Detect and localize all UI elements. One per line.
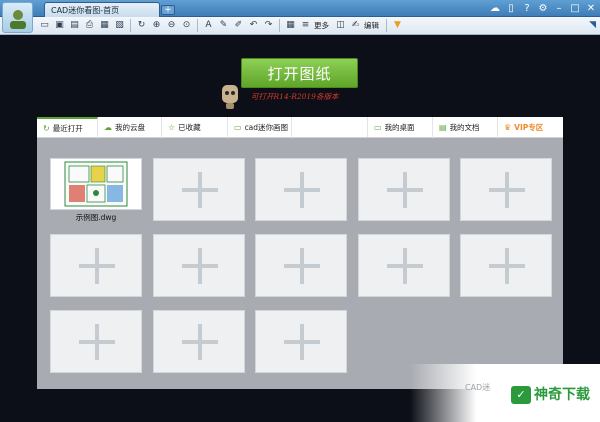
cloud-icon[interactable]: ☁ [490, 3, 500, 15]
toolbar: ▭ ▣ ▤ ⎙ ▦ ▧ ↻ ⊕ ⊖ ⊙ A ✎ ✐ ↶ ↷ ▦ ≡ 更多 ◫ ✍… [0, 17, 600, 35]
tab-cloud[interactable]: ☁ 我的云盘 [98, 117, 162, 138]
gear-icon[interactable]: ⚙ [538, 3, 548, 15]
toolbar-divider [279, 19, 280, 32]
screen-icon: ▭ [234, 123, 242, 132]
undo-icon[interactable]: ↶ [247, 19, 260, 32]
tab-desktop[interactable]: ▭ 我的桌面 [368, 117, 433, 138]
tab-home-label: CAD迷你看图-首页 [51, 5, 120, 15]
tab-cad-draw[interactable]: ▭ cad迷你画图 [228, 117, 292, 138]
star-icon: ☆ [168, 123, 176, 132]
tab-favorites[interactable]: ☆ 已收藏 [162, 117, 228, 138]
file-source-nav: ↻ 最近打开 ☁ 我的云盘 ☆ 已收藏 ▭ cad迷你画图 ▭ 我的桌面 ▤ 我… [37, 117, 563, 138]
mobile-icon[interactable]: ▯ [506, 3, 516, 15]
tab-documents-label: 我的文档 [449, 123, 480, 132]
rotate-icon[interactable]: ↻ [135, 19, 148, 32]
tab-recent[interactable]: ↻ 最近打开 [37, 117, 98, 138]
minimize-icon[interactable]: – [554, 3, 564, 15]
file-name[interactable]: 示例图.dwg [50, 212, 142, 223]
watermark-cad-text: CAD迷 [465, 383, 491, 392]
text-icon[interactable]: A [202, 19, 215, 32]
tab-vip-label: VIP专区 [514, 123, 544, 132]
empty-slot [50, 310, 142, 373]
folder-icon: ▤ [439, 123, 447, 132]
empty-slot [255, 310, 347, 373]
save-as-icon[interactable]: ▤ [68, 19, 81, 32]
brush-icon[interactable]: ✐ [232, 19, 245, 32]
save-icon[interactable]: ▣ [53, 19, 66, 32]
empty-slot [460, 234, 552, 297]
toolbar-divider [386, 19, 387, 32]
calendar-icon[interactable]: ▦ [284, 19, 297, 32]
title-bar: CAD迷你看图-首页 + ☁ ▯ ? ⚙ – □ ✕ [0, 0, 600, 17]
avatar[interactable] [2, 2, 33, 33]
empty-slot [153, 234, 245, 297]
empty-slot [255, 234, 347, 297]
tab-documents[interactable]: ▤ 我的文档 [433, 117, 498, 138]
window-controls: ☁ ▯ ? ⚙ – □ ✕ [490, 2, 596, 15]
mascot-icon [222, 85, 238, 109]
tab-desktop-label: 我的桌面 [384, 123, 415, 132]
redo-icon[interactable]: ↷ [262, 19, 275, 32]
close-icon[interactable]: ✕ [586, 3, 596, 15]
more-icon[interactable]: ≡ [299, 19, 312, 32]
toolbar-divider [197, 19, 198, 32]
edit-icon[interactable]: ✍ [349, 19, 362, 32]
print-icon[interactable]: ⎙ [83, 19, 96, 32]
cloud-icon: ☁ [104, 123, 112, 132]
pencil-icon[interactable]: ✎ [217, 19, 230, 32]
edit-label[interactable]: 编辑 [364, 20, 379, 31]
new-tab-button[interactable]: + [161, 5, 175, 15]
tab-favorites-label: 已收藏 [178, 123, 201, 132]
empty-slot [460, 158, 552, 221]
layers-icon[interactable]: ◫ [334, 19, 347, 32]
refresh-icon: ↻ [43, 124, 50, 133]
tab-recent-label: 最近打开 [52, 124, 83, 133]
watermark-site-text: 神奇下载 [534, 387, 590, 403]
open-drawing-button[interactable]: 打开图纸 [241, 58, 358, 88]
zoom-extent-icon[interactable]: ⊙ [180, 19, 193, 32]
toolbar-divider [130, 19, 131, 32]
empty-slot [358, 234, 450, 297]
nav-spacer [292, 117, 368, 137]
crown-icon: ♛ [504, 123, 512, 132]
desktop-icon: ▭ [374, 123, 382, 132]
recent-files-panel: ↻ 最近打开 ☁ 我的云盘 ☆ 已收藏 ▭ cad迷你画图 ▭ 我的桌面 ▤ 我… [37, 117, 563, 389]
maximize-icon[interactable]: □ [570, 3, 580, 15]
watermark: CAD迷 ✓ 神奇下载 [410, 364, 600, 422]
site-logo-icon: ✓ [511, 386, 531, 404]
window-corner-icon: ◥ [589, 20, 596, 30]
open-drawing-label: 打开图纸 [267, 64, 332, 83]
empty-slot [153, 158, 245, 221]
open-folder-icon[interactable]: ▭ [38, 19, 51, 32]
file-thumbnail[interactable] [50, 158, 142, 210]
export-pdf-icon[interactable]: ▦ [98, 19, 111, 32]
empty-slot [153, 310, 245, 373]
version-support-text: 可打开R14-R2019各版本 [251, 92, 339, 101]
zoom-in-icon[interactable]: ⊕ [150, 19, 163, 32]
user-icon [9, 9, 26, 29]
export-image-icon[interactable]: ▧ [113, 19, 126, 32]
question-icon[interactable]: ? [522, 3, 532, 15]
empty-slot [255, 158, 347, 221]
tab-cad-draw-label: cad迷你画图 [244, 123, 289, 132]
zoom-out-icon[interactable]: ⊖ [165, 19, 178, 32]
empty-slot [50, 234, 142, 297]
funnel-icon[interactable]: ▼ [391, 19, 404, 32]
tab-vip[interactable]: ♛ VIP专区 [498, 117, 563, 138]
drawing-preview-icon [64, 161, 128, 207]
empty-slot [358, 158, 450, 221]
tab-cloud-label: 我的云盘 [115, 123, 145, 132]
more-label[interactable]: 更多 [314, 20, 329, 31]
tab-home[interactable]: CAD迷你看图-首页 [44, 2, 160, 17]
